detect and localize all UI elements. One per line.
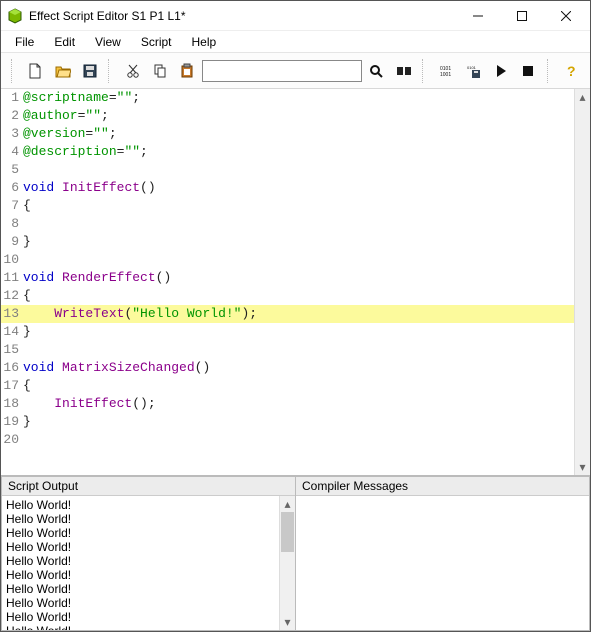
output-line: Hello World! [6,512,275,526]
compiler-messages-header: Compiler Messages [296,477,589,496]
svg-text:1001: 1001 [440,72,451,78]
output-line: Hello World! [6,596,275,610]
menubar: File Edit View Script Help [1,31,590,53]
code-line[interactable]: 18 InitEffect(); [1,395,574,413]
line-number: 18 [1,395,23,413]
scroll-thumb[interactable] [281,512,294,552]
toolbar-separator [547,59,553,83]
line-number: 3 [1,125,23,143]
cut-button[interactable] [120,58,145,84]
line-number: 16 [1,359,23,377]
save-button[interactable] [77,58,102,84]
code-line[interactable]: 11void RenderEffect() [1,269,574,287]
line-number: 13 [1,305,23,323]
new-file-button[interactable] [23,58,48,84]
script-output-panel: Script Output Hello World!Hello World!He… [1,476,296,631]
output-line: Hello World! [6,498,275,512]
code-line[interactable]: 17{ [1,377,574,395]
output-line: Hello World! [6,540,275,554]
output-line: Hello World! [6,554,275,568]
compiler-messages-panel: Compiler Messages [296,476,590,631]
line-number: 1 [1,89,23,107]
toolbar-separator [11,59,17,83]
search-input[interactable] [202,60,362,82]
scroll-up-icon[interactable]: ▴ [280,496,295,512]
search-button[interactable] [364,58,389,84]
scroll-down-icon[interactable]: ▾ [575,459,590,475]
minimize-button[interactable] [456,2,500,30]
line-number: 5 [1,161,23,179]
open-file-button[interactable] [50,58,75,84]
menu-view[interactable]: View [85,33,131,51]
menu-edit[interactable]: Edit [44,33,85,51]
line-number: 9 [1,233,23,251]
menu-file[interactable]: File [5,33,44,51]
output-scrollbar[interactable]: ▴ ▾ [279,496,295,630]
titlebar: Effect Script Editor S1 P1 L1* [1,1,590,31]
compile-save-button[interactable]: 0101 [461,58,486,84]
stop-button[interactable] [516,58,541,84]
code-line[interactable]: 14} [1,323,574,341]
code-line[interactable]: 4@description=""; [1,143,574,161]
code-line[interactable]: 5 [1,161,574,179]
window-title: Effect Script Editor S1 P1 L1* [29,9,456,23]
code-editor[interactable]: 1@scriptname="";2@author="";3@version=""… [1,89,590,476]
line-number: 7 [1,197,23,215]
code-line[interactable]: 15 [1,341,574,359]
line-number: 12 [1,287,23,305]
compiler-messages-list[interactable] [296,496,589,630]
line-number: 19 [1,413,23,431]
scroll-down-icon[interactable]: ▾ [280,614,295,630]
svg-text:0101: 0101 [467,65,477,70]
code-line[interactable]: 7{ [1,197,574,215]
code-line[interactable]: 3@version=""; [1,125,574,143]
svg-text:?: ? [567,63,576,79]
line-number: 15 [1,341,23,359]
code-line[interactable]: 12{ [1,287,574,305]
paste-button[interactable] [175,58,200,84]
compile-button[interactable]: 01011001 [434,58,459,84]
line-number: 10 [1,251,23,269]
menu-help[interactable]: Help [182,33,227,51]
toolbar: 01011001 0101 ? [1,53,590,89]
run-button[interactable] [489,58,514,84]
code-line[interactable]: 6void InitEffect() [1,179,574,197]
scroll-up-icon[interactable]: ▴ [575,89,590,105]
line-number: 17 [1,377,23,395]
code-line[interactable]: 16void MatrixSizeChanged() [1,359,574,377]
copy-button[interactable] [147,58,172,84]
code-line[interactable]: 20 [1,431,574,449]
line-number: 14 [1,323,23,341]
output-line: Hello World! [6,526,275,540]
bottom-panels: Script Output Hello World!Hello World!He… [1,476,590,631]
line-number: 8 [1,215,23,233]
app-icon [7,8,23,24]
output-line: Hello World! [6,568,275,582]
toolbar-separator [108,59,114,83]
code-line[interactable]: 9} [1,233,574,251]
line-number: 4 [1,143,23,161]
code-line[interactable]: 13 WriteText("Hello World!"); [1,305,574,323]
output-line: Hello World! [6,610,275,624]
output-line: Hello World! [6,582,275,596]
line-number: 20 [1,431,23,449]
editor-scrollbar[interactable]: ▴ ▾ [574,89,590,475]
output-line: Hello World! [6,624,275,630]
code-line[interactable]: 19} [1,413,574,431]
help-button[interactable]: ? [559,58,584,84]
code-line[interactable]: 8 [1,215,574,233]
line-number: 2 [1,107,23,125]
close-button[interactable] [544,2,588,30]
code-line[interactable]: 1@scriptname=""; [1,89,574,107]
code-line[interactable]: 10 [1,251,574,269]
line-number: 11 [1,269,23,287]
script-output-header: Script Output [2,477,295,496]
line-number: 6 [1,179,23,197]
find-replace-button[interactable] [391,58,416,84]
script-output-list[interactable]: Hello World!Hello World!Hello World!Hell… [2,496,279,630]
code-line[interactable]: 2@author=""; [1,107,574,125]
menu-script[interactable]: Script [131,33,182,51]
toolbar-separator [422,59,428,83]
maximize-button[interactable] [500,2,544,30]
